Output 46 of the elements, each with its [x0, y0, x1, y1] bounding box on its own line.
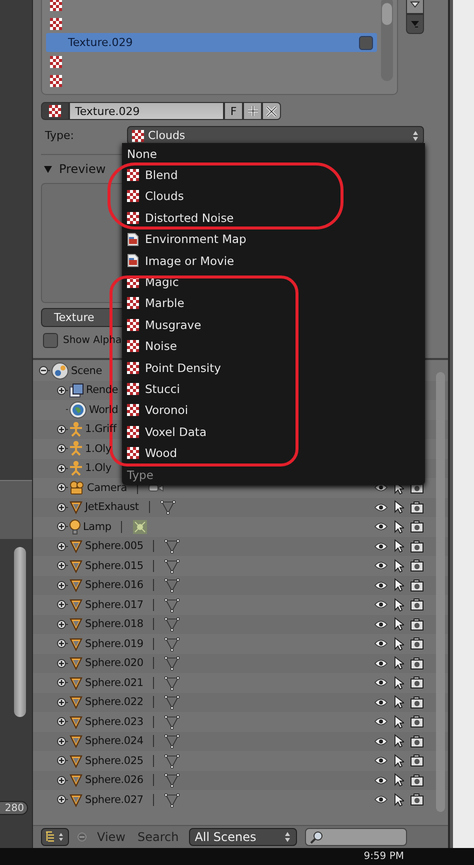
menu-title: Type: [127, 468, 154, 482]
outliner-item[interactable]: Lamp: [83, 520, 112, 533]
menu-item[interactable]: Environment Map: [122, 228, 425, 250]
menu-item[interactable]: Blend: [122, 164, 425, 186]
outliner-item[interactable]: Sphere.021: [85, 676, 144, 689]
clock: 9:59 PM: [364, 851, 404, 862]
outliner-item[interactable]: Sphere.023: [85, 716, 144, 728]
outliner-item[interactable]: Sphere.017: [85, 598, 144, 611]
menu-item[interactable]: Marble: [122, 292, 425, 314]
type-label: Type:: [44, 129, 75, 142]
outliner-item[interactable]: Sphere.005: [85, 540, 144, 552]
panel-title[interactable]: Preview: [59, 162, 106, 176]
outliner-item[interactable]: Sphere.016: [85, 579, 144, 592]
menu-item[interactable]: Noise: [122, 336, 425, 357]
menu-item[interactable]: Point Density: [122, 356, 425, 378]
outliner-item[interactable]: Sphere.026: [85, 774, 144, 786]
menu-item[interactable]: Voronoi: [122, 400, 425, 422]
outliner-item[interactable]: Sphere.020: [85, 657, 144, 670]
frame-field[interactable]: 280: [0, 801, 28, 815]
menu-item[interactable]: Clouds: [122, 186, 425, 208]
outliner-item[interactable]: Sphere.018: [85, 618, 144, 630]
preview-tab[interactable]: Texture: [41, 308, 123, 327]
menu-item[interactable]: View: [95, 830, 128, 844]
outliner-item[interactable]: 1.Oly: [85, 462, 112, 474]
texture-slot[interactable]: Texture.029: [46, 33, 377, 52]
menu-item[interactable]: Magic: [122, 271, 425, 293]
texture-name-field[interactable]: Texture.029: [69, 102, 224, 120]
menu-item[interactable]: Voxel Data: [122, 421, 425, 442]
outliner-item[interactable]: Sphere.019: [85, 638, 144, 650]
outliner-item[interactable]: Scene: [71, 364, 102, 377]
menu-item[interactable]: Image or Movie: [122, 250, 425, 272]
menu-item[interactable]: Musgrave: [122, 314, 425, 336]
outliner-item[interactable]: JetExhaust: [85, 501, 139, 514]
outliner-item[interactable]: Sphere.024: [85, 735, 144, 748]
outliner-item[interactable]: Sphere.025: [85, 754, 144, 767]
menu-item[interactable]: Wood: [122, 442, 425, 464]
outliner-item[interactable]: Sphere.022: [85, 696, 144, 708]
outliner-item[interactable]: Sphere.027: [85, 794, 144, 806]
menu-item[interactable]: Distorted Noise: [122, 207, 425, 229]
fake-user-button[interactable]: F: [224, 102, 243, 120]
menu-item[interactable]: Stucci: [122, 378, 425, 400]
menu-item[interactable]: None: [122, 143, 425, 164]
outliner-item[interactable]: Sphere.015: [85, 560, 144, 572]
display-mode-dropdown[interactable]: All Scenes: [188, 828, 297, 846]
menu-item[interactable]: Search: [135, 830, 181, 844]
outliner-item[interactable]: Camera: [87, 482, 128, 494]
